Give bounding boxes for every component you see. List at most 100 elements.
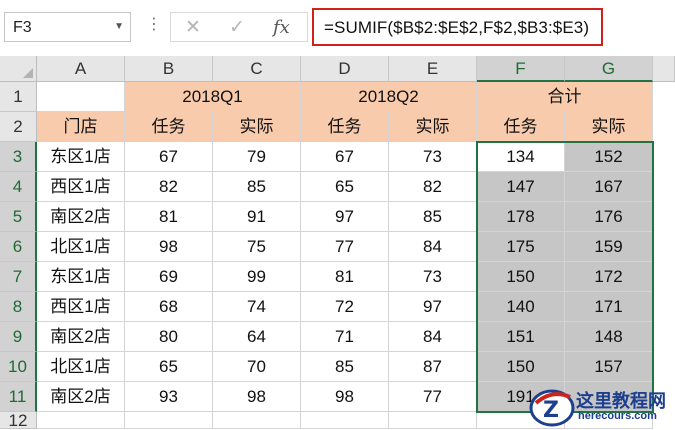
subheader-b[interactable]: 任务	[125, 112, 213, 142]
header-2018q1[interactable]: 2018Q1	[125, 82, 301, 112]
cell-f6[interactable]: 175	[477, 232, 565, 262]
cell-e10[interactable]: 87	[389, 352, 477, 382]
cell-g5[interactable]: 176	[565, 202, 653, 232]
cell-b3[interactable]: 67	[125, 142, 213, 172]
cell-c7[interactable]: 99	[213, 262, 301, 292]
cell-e12[interactable]	[389, 412, 477, 429]
close-icon[interactable]: ✕	[185, 16, 201, 39]
cell-b5[interactable]: 81	[125, 202, 213, 232]
column-header-g[interactable]: G	[565, 56, 653, 82]
cell-e7[interactable]: 73	[389, 262, 477, 292]
cell-g3[interactable]: 152	[565, 142, 653, 172]
cell-a1[interactable]	[37, 82, 125, 112]
cell-b7[interactable]: 69	[125, 262, 213, 292]
cell-a8[interactable]: 西区1店	[37, 292, 125, 322]
row-header-3[interactable]: 3	[0, 142, 37, 172]
cell-g9[interactable]: 148	[565, 322, 653, 352]
cell-c9[interactable]: 64	[213, 322, 301, 352]
cell-a5[interactable]: 南区2店	[37, 202, 125, 232]
cell-d9[interactable]: 71	[301, 322, 389, 352]
subheader-g[interactable]: 实际	[565, 112, 653, 142]
formula-input[interactable]: =SUMIF($B$2:$E$2,F$2,$B3:$E3)	[312, 8, 603, 46]
cell-d6[interactable]: 77	[301, 232, 389, 262]
cell-e5[interactable]: 85	[389, 202, 477, 232]
column-header-e[interactable]: E	[389, 56, 477, 82]
cell-d7[interactable]: 81	[301, 262, 389, 292]
cell-c5[interactable]: 91	[213, 202, 301, 232]
cell-b9[interactable]: 80	[125, 322, 213, 352]
cell-f8[interactable]: 140	[477, 292, 565, 322]
cell-e8[interactable]: 97	[389, 292, 477, 322]
name-box[interactable]: F3 ▼	[4, 12, 131, 42]
cell-f9[interactable]: 151	[477, 322, 565, 352]
subheader-d[interactable]: 任务	[301, 112, 389, 142]
cell-d4[interactable]: 65	[301, 172, 389, 202]
row-header-10[interactable]: 10	[0, 352, 37, 382]
header-total[interactable]: 合计	[477, 82, 653, 112]
cell-d8[interactable]: 72	[301, 292, 389, 322]
subheader-e[interactable]: 实际	[389, 112, 477, 142]
cell-f4[interactable]: 147	[477, 172, 565, 202]
cell-b10[interactable]: 65	[125, 352, 213, 382]
subheader-a[interactable]: 门店	[37, 112, 125, 142]
select-all-corner[interactable]	[0, 56, 37, 82]
cell-e3[interactable]: 73	[389, 142, 477, 172]
cell-g4[interactable]: 167	[565, 172, 653, 202]
cell-a11[interactable]: 南区2店	[37, 382, 125, 412]
cell-e4[interactable]: 82	[389, 172, 477, 202]
row-header-6[interactable]: 6	[0, 232, 37, 262]
row-header-11[interactable]: 11	[0, 382, 37, 412]
cell-g8[interactable]: 171	[565, 292, 653, 322]
row-header-8[interactable]: 8	[0, 292, 37, 322]
cell-a10[interactable]: 北区1店	[37, 352, 125, 382]
row-header-5[interactable]: 5	[0, 202, 37, 232]
cell-a4[interactable]: 西区1店	[37, 172, 125, 202]
cell-f3[interactable]: 134	[477, 142, 565, 172]
column-header-c[interactable]: C	[213, 56, 301, 82]
cell-f5[interactable]: 178	[477, 202, 565, 232]
cell-b6[interactable]: 98	[125, 232, 213, 262]
cell-g10[interactable]: 157	[565, 352, 653, 382]
column-header-b[interactable]: B	[125, 56, 213, 82]
cell-d5[interactable]: 97	[301, 202, 389, 232]
cell-e9[interactable]: 84	[389, 322, 477, 352]
cell-d12[interactable]	[301, 412, 389, 429]
cell-b8[interactable]: 68	[125, 292, 213, 322]
row-header-4[interactable]: 4	[0, 172, 37, 202]
row-header-2[interactable]: 2	[0, 112, 37, 142]
cell-c3[interactable]: 79	[213, 142, 301, 172]
cell-d3[interactable]: 67	[301, 142, 389, 172]
cell-b11[interactable]: 93	[125, 382, 213, 412]
select-all-icon[interactable]	[23, 68, 33, 78]
cell-e11[interactable]: 77	[389, 382, 477, 412]
cell-d11[interactable]: 98	[301, 382, 389, 412]
checkmark-icon[interactable]: ✓	[229, 16, 245, 39]
cell-c11[interactable]: 98	[213, 382, 301, 412]
row-header-9[interactable]: 9	[0, 322, 37, 352]
cell-c10[interactable]: 70	[213, 352, 301, 382]
cell-a12[interactable]	[37, 412, 125, 429]
header-2018q2[interactable]: 2018Q2	[301, 82, 477, 112]
cell-a7[interactable]: 东区1店	[37, 262, 125, 292]
column-header-d[interactable]: D	[301, 56, 389, 82]
cell-b12[interactable]	[125, 412, 213, 429]
row-header-12[interactable]: 12	[0, 412, 37, 429]
cell-e6[interactable]: 84	[389, 232, 477, 262]
cell-a3[interactable]: 东区1店	[37, 142, 125, 172]
row-header-1[interactable]: 1	[0, 82, 37, 112]
cell-g7[interactable]: 172	[565, 262, 653, 292]
cell-g6[interactable]: 159	[565, 232, 653, 262]
cell-c6[interactable]: 75	[213, 232, 301, 262]
cell-a6[interactable]: 北区1店	[37, 232, 125, 262]
row-header-7[interactable]: 7	[0, 262, 37, 292]
chevron-down-icon[interactable]: ▼	[114, 21, 124, 32]
column-header-a[interactable]: A	[37, 56, 125, 82]
cell-a9[interactable]: 南区2店	[37, 322, 125, 352]
column-header-f[interactable]: F	[477, 56, 565, 82]
cell-d10[interactable]: 85	[301, 352, 389, 382]
cell-c12[interactable]	[213, 412, 301, 429]
cell-b4[interactable]: 82	[125, 172, 213, 202]
cell-f7[interactable]: 150	[477, 262, 565, 292]
cell-f10[interactable]: 150	[477, 352, 565, 382]
subheader-f[interactable]: 任务	[477, 112, 565, 142]
